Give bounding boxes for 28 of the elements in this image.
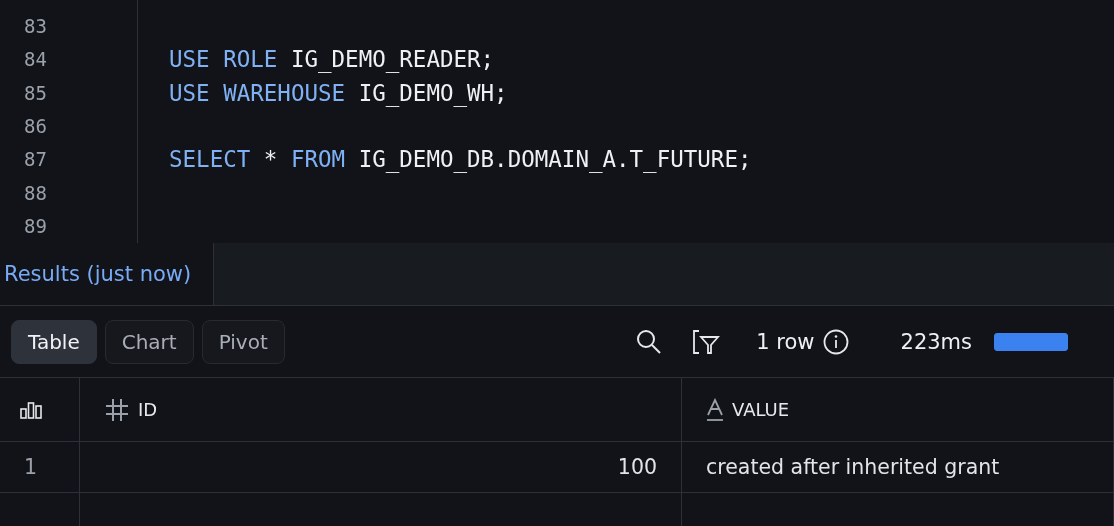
line-number: 83 <box>23 14 48 37</box>
line-number: 87 <box>23 148 48 171</box>
info-icon[interactable] <box>822 328 849 355</box>
results-tab[interactable]: Results (just now) <box>0 243 214 305</box>
hash-icon <box>104 396 130 423</box>
row-count: 1 row <box>756 329 815 354</box>
text-type-icon <box>706 397 724 422</box>
table-cell: 100 <box>80 442 682 493</box>
code-line: USE ROLE IG_DEMO_READER; <box>169 46 495 73</box>
query-duration: 223ms <box>900 329 972 354</box>
line-number: 86 <box>23 114 48 137</box>
line-number: 88 <box>23 181 48 204</box>
column-header[interactable] <box>0 378 80 442</box>
search-icon[interactable] <box>636 328 663 355</box>
table-cell: created after inherited grant <box>682 442 1114 493</box>
column-header[interactable]: ID <box>80 378 682 442</box>
view-tab[interactable]: Pivot <box>201 319 285 364</box>
line-number: 85 <box>23 81 48 104</box>
row-number: 1 <box>0 442 80 493</box>
filter-icon[interactable] <box>692 328 721 355</box>
code-line: USE WAREHOUSE IG_DEMO_WH; <box>169 79 508 106</box>
code-line: SELECT * FROM IG_DEMO_DB.DOMAIN_A.T_FUTURE; <box>169 146 752 173</box>
line-number: 84 <box>23 48 48 71</box>
view-tab[interactable]: Table <box>11 319 97 364</box>
view-tab[interactable]: Chart <box>104 319 194 364</box>
line-number: 89 <box>23 215 48 238</box>
column-header[interactable]: VALUE <box>682 378 1114 442</box>
column-bars-icon <box>20 400 42 419</box>
